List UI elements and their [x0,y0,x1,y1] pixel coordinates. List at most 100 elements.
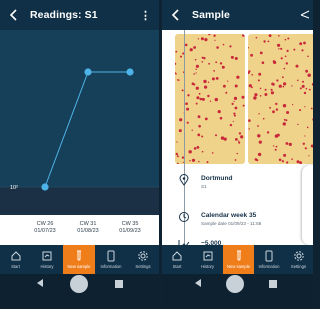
system-buttons [37,275,123,293]
home-icon [172,251,182,261]
colony-dot [272,110,275,114]
colony-dot [257,79,260,82]
colony-dot [268,34,272,37]
more-menu-icon[interactable]: ⋮ [140,9,151,22]
data-point [126,68,134,76]
colony-dot [175,50,178,53]
colony-dot [282,104,287,108]
colony-dot [215,134,217,137]
colony-dot [189,160,191,162]
colony-dot [234,57,238,60]
back-arrow-icon[interactable] [169,8,183,22]
colony-dot [286,49,289,52]
gear-icon [293,251,304,261]
colony-dot [195,64,199,68]
nav-settings[interactable]: Settings [284,245,313,274]
colony-dot [189,48,193,52]
colony-dot [213,34,216,37]
colony-dot [280,47,283,50]
x-label-cw31: CW 31 01/08/23 [77,221,99,234]
colony-dot [278,84,282,88]
colony-dot [204,117,208,121]
nav-start[interactable]: Start [162,245,192,274]
sample-photo-2[interactable] [248,34,313,164]
colony-dot [236,152,238,155]
colony-dot [197,133,201,137]
history-icon [203,251,212,261]
colony-dot [269,106,271,109]
colony-dot [225,91,228,94]
nav-history[interactable]: History [192,245,223,274]
colony-dot [229,45,232,48]
y-tick-label: 10² [10,185,18,191]
colony-dot [295,64,299,68]
home-icon [11,251,20,261]
colony-dot [201,61,204,63]
colony-dot [254,158,258,161]
colony-dot [242,34,245,37]
colony-dot [238,140,240,142]
system-back-icon[interactable] [195,279,201,287]
colony-dot [276,79,279,82]
colony-dot [195,102,198,105]
system-home-icon[interactable] [226,275,244,293]
colony-dot [291,85,293,87]
nav-information[interactable]: Information [95,245,127,274]
nav-new-sample[interactable]: New sample [63,245,95,274]
nav-settings[interactable]: Settings [127,245,159,274]
colony-dot [203,79,207,84]
colony-dot [283,153,287,157]
colony-dot [287,37,290,40]
system-recents-icon[interactable] [269,280,277,288]
colony-dot [304,147,307,150]
colony-dot [240,135,244,139]
colony-dot [267,40,270,43]
colony-dot [259,51,263,55]
colony-dot [193,46,196,49]
colony-dot [186,107,190,111]
colony-dot [281,160,284,163]
colony-dot [255,36,258,39]
x-label-cw26: CW 26 01/07/23 [34,221,56,234]
colony-dot [191,82,195,85]
colony-dot [275,108,279,111]
colony-dot [293,48,296,51]
data-point [84,68,92,76]
colony-dot [234,159,237,161]
x-axis-labels: CW 26 01/07/23 CW 31 01/08/23 CW 35 01/09/2… [0,215,159,245]
colony-dot [259,87,262,90]
colony-dot [303,91,307,95]
colony-dot [270,88,273,91]
system-recents-icon[interactable] [115,280,123,288]
colony-dot [193,73,195,75]
colony-dot [195,68,197,70]
test-tube-icon [77,250,81,261]
system-home-icon[interactable] [70,275,88,293]
location-pin-icon [179,174,189,186]
colony-dot [305,69,308,73]
colony-dot [242,104,245,107]
phone-icon [107,250,115,262]
colony-dot [219,116,223,120]
colony-dot [297,79,299,82]
colony-dot [304,135,306,137]
colony-dot [232,120,234,122]
colony-dot [213,70,215,72]
sample-photo-1[interactable] [175,34,245,164]
colony-dot [203,57,206,60]
colony-dot [257,125,259,127]
colony-dot [208,62,210,65]
nav-information[interactable]: Information [254,245,284,274]
side-drawer-handle[interactable] [302,165,313,245]
colony-dot [264,93,268,96]
colony-dot [196,146,200,149]
back-arrow-icon[interactable] [7,8,21,22]
nav-history[interactable]: History [31,245,63,274]
system-back-icon[interactable] [37,279,43,287]
colony-dot [187,94,190,97]
gear-icon [138,251,148,261]
nav-start[interactable]: Start [0,245,31,274]
share-icon[interactable] [299,8,311,20]
colony-dot [282,85,285,88]
nav-new-sample[interactable]: New sample [223,245,254,274]
